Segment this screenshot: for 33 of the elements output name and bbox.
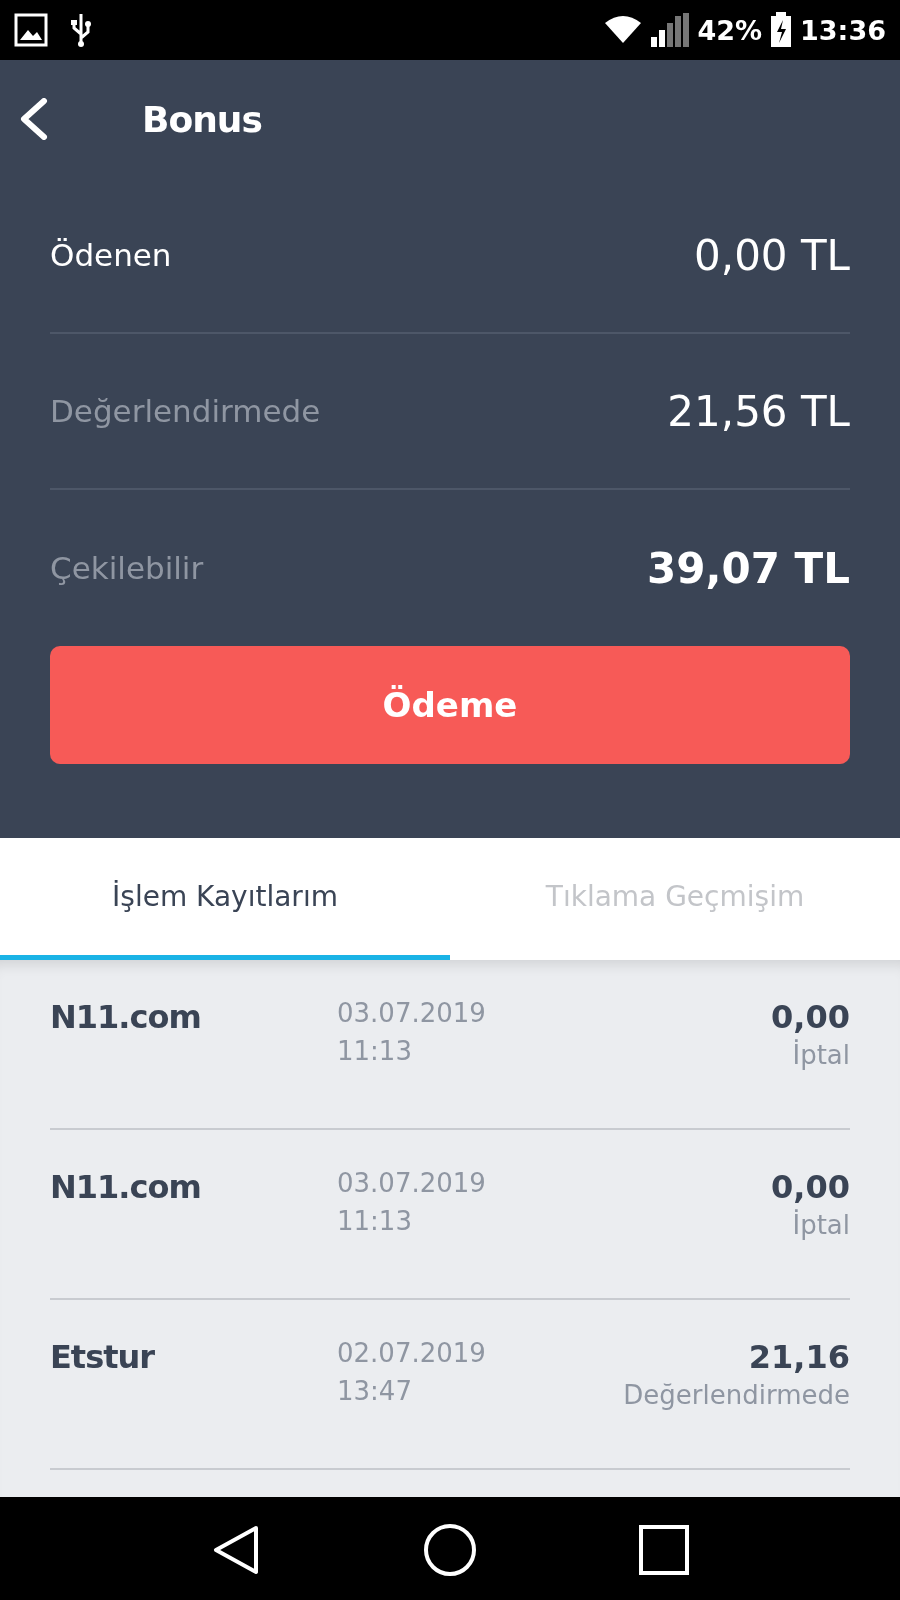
transaction-time: 13:47 <box>337 1376 413 1406</box>
transaction-amount: 0,00 <box>771 1168 850 1206</box>
tab[interactable]: Tıklama Geçmişim <box>450 838 900 960</box>
payment-button[interactable]: Ödeme <box>50 646 850 764</box>
page-title: Bonus <box>142 98 262 140</box>
battery-percent: 42% <box>697 14 763 46</box>
merchant-name: N11.com <box>50 998 202 1038</box>
transaction-time: 11:13 <box>337 1036 413 1066</box>
transaction-amount: 21,16 <box>748 1338 850 1376</box>
transaction-time: 11:13 <box>337 1206 413 1236</box>
clock: 13:36 <box>800 14 886 46</box>
image-icon <box>14 13 48 47</box>
wifi-icon <box>603 15 644 45</box>
summary-label: Değerlendirmede <box>50 393 321 429</box>
summary-label: Ödenen <box>50 237 172 273</box>
summary-amount: 0,00 TL <box>694 230 850 280</box>
transaction-status: Değerlendirmede <box>623 1380 850 1410</box>
summary-amount: 21,56 TL <box>667 386 850 436</box>
summary-amount: 39,07 TL <box>647 543 850 593</box>
signal-icon <box>651 13 690 47</box>
usb-icon <box>70 12 92 48</box>
summary-label: Çekilebilir <box>50 550 204 586</box>
transaction-status: İptal <box>792 1040 850 1070</box>
transaction-date: 02.07.2019 <box>337 1338 487 1368</box>
transaction-status: İptal <box>792 1210 850 1240</box>
recents-nav-icon[interactable] <box>637 1523 690 1576</box>
transaction-amount: 0,00 <box>771 998 850 1036</box>
home-nav-icon[interactable] <box>423 1522 477 1577</box>
merchant-name: N11.com <box>50 1168 202 1208</box>
battery-icon <box>770 12 793 48</box>
transaction-date: 03.07.2019 <box>337 1168 487 1198</box>
merchant-name: Etstur <box>50 1338 156 1378</box>
transaction-date: 03.07.2019 <box>337 998 487 1028</box>
